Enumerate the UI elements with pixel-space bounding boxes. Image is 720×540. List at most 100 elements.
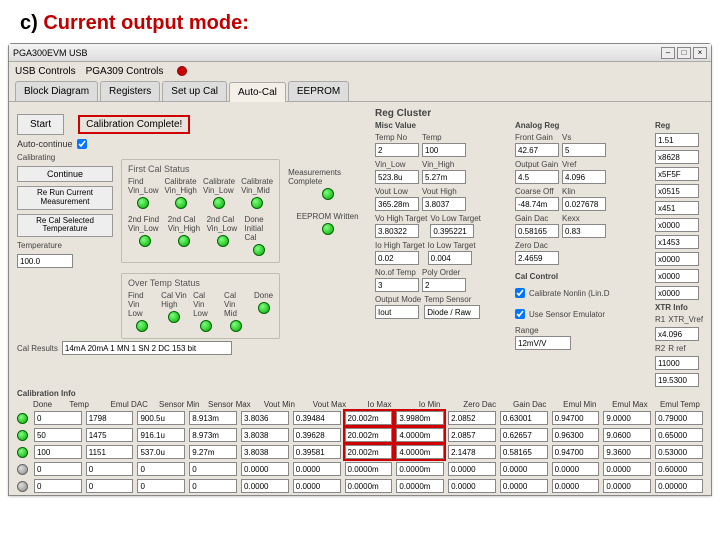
table-cell[interactable]: 20.002m: [345, 445, 393, 459]
table-cell[interactable]: 0.39628: [293, 428, 341, 442]
table-cell[interactable]: 916.1u: [137, 428, 185, 442]
table-cell[interactable]: 2.0852: [448, 411, 496, 425]
reg-3[interactable]: x0515: [655, 184, 699, 198]
table-cell[interactable]: 537.0u: [137, 445, 185, 459]
table-cell[interactable]: 4.0000m: [396, 428, 444, 442]
vref-field[interactable]: 4.096: [562, 170, 606, 184]
vo-high-target-field[interactable]: 3.80322: [375, 224, 419, 238]
table-cell[interactable]: 1151: [86, 445, 134, 459]
reg-7[interactable]: x0000: [655, 252, 699, 266]
table-cell[interactable]: 0.96300: [552, 428, 600, 442]
table-cell[interactable]: 8.973m: [189, 428, 237, 442]
table-cell[interactable]: 0.0000m: [345, 479, 393, 493]
table-cell[interactable]: 0.0000: [293, 479, 341, 493]
temperature-field[interactable]: 100.0: [17, 254, 73, 268]
temp-sensor-field[interactable]: Diode / Raw: [424, 305, 480, 319]
output-gain-field[interactable]: 4.5: [515, 170, 559, 184]
output-mode-field[interactable]: Iout: [375, 305, 419, 319]
table-cell[interactable]: 0.65000: [655, 428, 703, 442]
table-cell[interactable]: 0.62657: [500, 428, 548, 442]
close-button[interactable]: ×: [693, 47, 707, 59]
reg-12[interactable]: 19.5300: [655, 373, 699, 387]
io-high-target-field[interactable]: 0.02: [375, 251, 419, 265]
table-cell[interactable]: 9.3600: [603, 445, 651, 459]
table-cell[interactable]: 0.79000: [655, 411, 703, 425]
reg-4[interactable]: x451: [655, 201, 699, 215]
table-cell[interactable]: 0.0000: [603, 462, 651, 476]
reg-10[interactable]: x4.096: [655, 327, 699, 341]
tab-registers[interactable]: Registers: [100, 81, 160, 101]
table-cell[interactable]: 0.0000: [552, 462, 600, 476]
table-cell[interactable]: 0.39484: [293, 411, 341, 425]
reg-11[interactable]: 11000: [655, 356, 699, 370]
io-low-target-field[interactable]: 0.004: [428, 251, 472, 265]
record-icon[interactable]: [177, 66, 187, 76]
tab-block-diagram[interactable]: Block Diagram: [15, 81, 98, 101]
table-cell[interactable]: 0: [34, 479, 82, 493]
table-cell[interactable]: 0.60000: [655, 462, 703, 476]
table-cell[interactable]: 0.0000: [603, 479, 651, 493]
tab-eeprom[interactable]: EEPROM: [288, 81, 349, 101]
rerun-button[interactable]: Re Run Current Measurement: [17, 186, 113, 210]
poly-order-field[interactable]: 2: [422, 278, 466, 292]
table-cell[interactable]: 1475: [86, 428, 134, 442]
minimize-button[interactable]: –: [661, 47, 675, 59]
range-field[interactable]: 12mV/V: [515, 336, 571, 350]
front-gain-field[interactable]: 42.67: [515, 143, 559, 157]
maximize-button[interactable]: □: [677, 47, 691, 59]
reg-5[interactable]: x0000: [655, 218, 699, 232]
table-cell[interactable]: 20.002m: [345, 428, 393, 442]
table-cell[interactable]: 0.0000: [448, 479, 496, 493]
reg-0[interactable]: 1.51: [655, 133, 699, 147]
table-cell[interactable]: 0: [86, 479, 134, 493]
table-cell[interactable]: 0.0000: [241, 462, 289, 476]
table-cell[interactable]: 2.1478: [448, 445, 496, 459]
auto-continue-checkbox[interactable]: [77, 139, 87, 149]
start-button[interactable]: Start: [17, 114, 64, 135]
tab-auto-cal[interactable]: Auto-Cal: [229, 82, 286, 102]
tab-setup-cal[interactable]: Set up Cal: [162, 81, 227, 101]
vin-low-field[interactable]: 523.8u: [375, 170, 419, 184]
reg-6[interactable]: x1453: [655, 235, 699, 249]
table-cell[interactable]: 3.8038: [241, 428, 289, 442]
temp-no-field[interactable]: 2: [375, 143, 419, 157]
reg-1[interactable]: x8628: [655, 150, 699, 164]
table-cell[interactable]: 9.0600: [603, 428, 651, 442]
table-cell[interactable]: 100: [34, 445, 82, 459]
table-cell[interactable]: 0.0000m: [396, 479, 444, 493]
vout-low-field[interactable]: 365.28m: [375, 197, 419, 211]
vout-high-field[interactable]: 3.8037: [422, 197, 466, 211]
vo-low-target-field[interactable]: 0.395221: [430, 224, 474, 238]
table-cell[interactable]: 0.94700: [552, 445, 600, 459]
cal-nonlin-checkbox[interactable]: [515, 288, 525, 298]
use-sensor-emu-checkbox[interactable]: [515, 309, 525, 319]
reg-9[interactable]: x0000: [655, 286, 699, 300]
table-cell[interactable]: 0: [34, 411, 82, 425]
table-cell[interactable]: 0.39581: [293, 445, 341, 459]
table-cell[interactable]: 8.913m: [189, 411, 237, 425]
temp-field[interactable]: 100: [422, 143, 466, 157]
table-cell[interactable]: 0.0000: [500, 479, 548, 493]
table-cell[interactable]: 0: [137, 479, 185, 493]
table-cell[interactable]: 0.63001: [500, 411, 548, 425]
menu-pga309-controls[interactable]: PGA309 Controls: [86, 66, 164, 77]
zero-dac-field[interactable]: 2.4659: [515, 251, 559, 265]
table-cell[interactable]: 3.9980m: [396, 411, 444, 425]
table-cell[interactable]: 9.27m: [189, 445, 237, 459]
menu-usb-controls[interactable]: USB Controls: [15, 66, 76, 77]
table-cell[interactable]: 0.0000: [241, 479, 289, 493]
table-cell[interactable]: 0.53000: [655, 445, 703, 459]
table-cell[interactable]: 0.0000: [500, 462, 548, 476]
table-cell[interactable]: 0.0000m: [396, 462, 444, 476]
vs-field[interactable]: 5: [562, 143, 606, 157]
table-cell[interactable]: 20.002m: [345, 411, 393, 425]
table-cell[interactable]: 4.0000m: [396, 445, 444, 459]
table-cell[interactable]: 0.94700: [552, 411, 600, 425]
table-cell[interactable]: 0.0000: [552, 479, 600, 493]
table-cell[interactable]: 9.0000: [603, 411, 651, 425]
table-cell[interactable]: 0: [34, 462, 82, 476]
table-cell[interactable]: 0.58165: [500, 445, 548, 459]
table-cell[interactable]: 0.0000: [448, 462, 496, 476]
reg-2[interactable]: x5F5F: [655, 167, 699, 181]
vin-high-field[interactable]: 5.27m: [422, 170, 466, 184]
